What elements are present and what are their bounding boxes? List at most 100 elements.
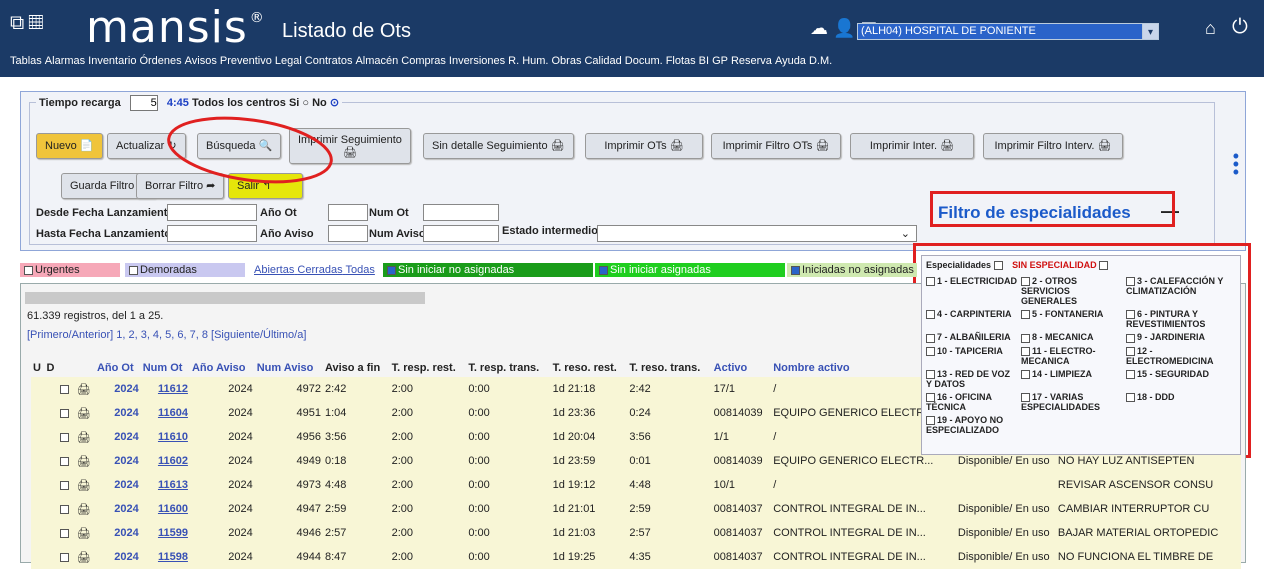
external-link-icon[interactable]: ⧉	[10, 12, 28, 34]
table-cell[interactable]: 11610	[141, 425, 190, 449]
especialidad-checkbox[interactable]	[926, 277, 935, 287]
menu-item[interactable]: Calidad	[584, 55, 621, 67]
ano-ot-input[interactable]	[328, 204, 368, 221]
especialidad-checkbox[interactable]	[1021, 369, 1030, 379]
table-row[interactable]: 🖨 2024 11598 2024 4944 8:47 2:00 0:00 1d 19:25 4:…	[31, 545, 1241, 569]
especialidad-checkbox[interactable]	[1126, 392, 1135, 402]
table-row[interactable]: 🖨 2024 11600 2024 4947 2:59 2:00 0:00 1d 21:01 2:…	[31, 497, 1241, 521]
especialidad-option[interactable]: 17 - VARIAS ESPECIALIDADES	[1021, 392, 1123, 412]
estado-select[interactable]: ⌄	[597, 225, 917, 242]
iniciadas-no-asignadas[interactable]: Iniciadas no asignadas	[787, 263, 917, 277]
menu-item[interactable]: Preventivo	[220, 55, 272, 67]
column-header[interactable]: Num Aviso	[255, 359, 323, 377]
especialidad-option[interactable]: 1 - ELECTRICIDAD	[926, 276, 1018, 306]
menu-item[interactable]: Docum.	[625, 55, 663, 67]
especialidad-checkbox[interactable]	[926, 333, 935, 343]
especialidad-option[interactable]: 2 - OTROS SERVICIOS GENERALES	[1021, 276, 1123, 306]
especialidad-option[interactable]: 6 - PINTURA Y REVESTIMIENTOS	[1126, 309, 1236, 329]
menu-item[interactable]: Órdenes	[139, 55, 181, 67]
table-cell[interactable]: 11600	[141, 497, 190, 521]
especialidad-option[interactable]: 7 - ALBAÑILERIA	[926, 332, 1018, 343]
especialidades-checkbox[interactable]	[993, 261, 1003, 271]
table-cell[interactable]: 11602	[141, 449, 190, 473]
printer-icon[interactable]: 🖨	[77, 408, 91, 420]
especialidad-checkbox[interactable]	[1021, 277, 1030, 287]
table-row[interactable]: 🖨 2024 11613 2024 4973 4:48 2:00 0:00 1d 19:12 4:…	[31, 473, 1241, 497]
row-checkbox[interactable]	[59, 432, 69, 442]
desde-input[interactable]	[167, 204, 257, 221]
chevron-down-icon[interactable]: ▾	[1142, 23, 1159, 40]
menu-item[interactable]: Alarmas	[45, 55, 85, 67]
especialidad-option[interactable]: 5 - FONTANERIA	[1021, 309, 1123, 329]
num-ot-input[interactable]	[423, 204, 499, 221]
especialidad-option[interactable]: 18 - DDD	[1126, 392, 1236, 412]
column-header[interactable]: D	[44, 359, 57, 377]
printer-icon[interactable]: 🖨	[77, 504, 91, 516]
menu-item[interactable]: Compras	[401, 55, 446, 67]
power-icon[interactable]: ⏻	[1232, 16, 1248, 39]
sin-iniciar-no-asignadas[interactable]: Sin iniciar no asignadas	[383, 263, 593, 277]
home-icon[interactable]: ⌂	[1205, 18, 1216, 39]
row-checkbox[interactable]	[59, 552, 69, 562]
pager[interactable]: [Primero/Anterior] 1, 2, 3, 4, 5, 6, 7, …	[27, 329, 306, 341]
especialidad-option[interactable]: 12 - ELECTROMEDICINA	[1126, 346, 1236, 366]
header-left-icons[interactable]: ⧉▦	[10, 12, 48, 35]
column-header[interactable]: T. reso. rest.	[551, 359, 628, 377]
abiertas-cerradas-todas[interactable]: Abiertas Cerradas Todas	[250, 263, 380, 277]
column-header[interactable]: Año Ot	[95, 359, 141, 377]
especialidad-checkbox[interactable]	[926, 310, 935, 320]
especialidad-option[interactable]: 3 - CALEFACCIÓN Y CLIMATIZACIÓN	[1126, 276, 1236, 306]
menu-item[interactable]: Avisos	[185, 55, 217, 67]
column-header[interactable]: Num Ot	[141, 359, 190, 377]
row-checkbox[interactable]	[59, 408, 69, 418]
menu-item[interactable]: Reserva	[731, 55, 772, 67]
imprimir-filtro-ots-button[interactable]: Imprimir Filtro OTs 🖨	[711, 133, 841, 159]
especialidad-checkbox[interactable]	[926, 416, 935, 425]
hasta-input[interactable]	[167, 225, 257, 242]
printer-icon[interactable]: 🖨	[77, 432, 91, 444]
column-header[interactable]: T. reso. trans.	[627, 359, 711, 377]
especialidad-option[interactable]: 9 - JARDINERIA	[1126, 332, 1236, 343]
especialidad-checkbox[interactable]	[1021, 346, 1030, 356]
column-header[interactable]: T. resp. rest.	[390, 359, 467, 377]
printer-icon[interactable]: 🖨	[77, 552, 91, 564]
row-checkbox[interactable]	[59, 504, 69, 514]
especialidad-checkbox[interactable]	[926, 346, 935, 356]
column-header[interactable]: Año Aviso	[190, 359, 255, 377]
menu-item[interactable]: D.M.	[809, 55, 832, 67]
table-row[interactable]: 🖨 2024 11599 2024 4946 2:57 2:00 0:00 1d 21:03 2:…	[31, 521, 1241, 545]
table-cell[interactable]: 11613	[141, 473, 190, 497]
nuevo-button[interactable]: Nuevo 📄	[36, 133, 103, 159]
especialidad-checkbox[interactable]	[1126, 333, 1135, 343]
imprimir-ots-button[interactable]: Imprimir OTs 🖨	[585, 133, 703, 159]
sin-especialidad-checkbox[interactable]	[1099, 261, 1109, 271]
printer-icon[interactable]: 🖨	[77, 480, 91, 492]
especialidad-option[interactable]: 19 - APOYO NO ESPECIALIZADO	[926, 415, 1018, 435]
menu-item[interactable]: GP	[712, 55, 728, 67]
column-header[interactable]: Activo	[712, 359, 772, 377]
row-checkbox[interactable]	[59, 528, 69, 538]
especialidad-option[interactable]: 4 - CARPINTERIA	[926, 309, 1018, 329]
menu-item[interactable]: Inventario	[88, 55, 136, 67]
especialidad-checkbox[interactable]	[1126, 310, 1135, 320]
especialidad-checkbox[interactable]	[926, 392, 935, 402]
especialidad-option[interactable]: 16 - OFICINA TÉCNICA	[926, 392, 1018, 412]
especialidad-checkbox[interactable]	[1126, 369, 1135, 379]
especialidad-option[interactable]: 13 - RED DE VOZ Y DATOS	[926, 369, 1018, 389]
menu-item[interactable]: Ayuda	[775, 55, 806, 67]
especialidad-checkbox[interactable]	[1126, 346, 1135, 356]
grid-menu-icon[interactable]: ▦	[28, 12, 47, 34]
row-checkbox[interactable]	[59, 456, 69, 466]
imprimir-inter-button[interactable]: Imprimir Inter. 🖨	[850, 133, 974, 159]
demoradas-legend[interactable]: Demoradas	[125, 263, 245, 277]
menu-item[interactable]: Contratos	[305, 55, 353, 67]
table-cell[interactable]: 11604	[141, 401, 190, 425]
especialidad-checkbox[interactable]	[1021, 310, 1030, 320]
menu-item[interactable]: Tablas	[10, 55, 42, 67]
printer-icon[interactable]: 🖨	[77, 528, 91, 540]
tiempo-input[interactable]	[129, 95, 158, 111]
menu-item[interactable]: Almacén	[355, 55, 398, 67]
printer-icon[interactable]: 🖨	[77, 384, 91, 396]
especialidad-option[interactable]: 11 - ELECTRO-MECANICA	[1021, 346, 1123, 366]
row-checkbox[interactable]	[59, 384, 69, 394]
